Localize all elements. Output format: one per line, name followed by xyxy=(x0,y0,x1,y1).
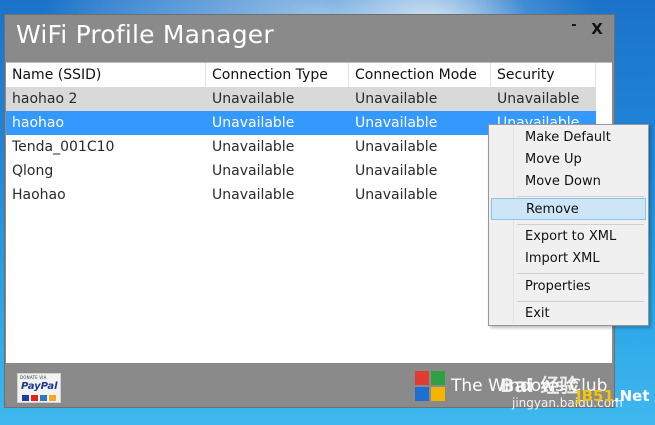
menu-separator xyxy=(517,224,644,225)
menu-separator xyxy=(517,273,644,274)
cell-ssid: Qlong xyxy=(12,163,54,179)
cell-connection-type: Unavailable xyxy=(212,163,295,179)
cell-ssid: Tenda_001C10 xyxy=(12,139,115,155)
column-header-name[interactable]: Name (SSID) xyxy=(6,63,206,87)
menu-item-make-default[interactable]: Make Default xyxy=(491,127,646,149)
menu-item-import-xml[interactable]: Import XML xyxy=(491,248,646,270)
windows-logo-icon xyxy=(415,371,445,401)
cell-connection-mode: Unavailable xyxy=(355,187,438,203)
column-header-security[interactable]: Security xyxy=(491,63,596,87)
card-icons xyxy=(22,395,58,401)
column-header-filler xyxy=(596,63,612,87)
cell-connection-type: Unavailable xyxy=(212,139,295,155)
amex-card-icon xyxy=(40,395,47,401)
paypal-logo: PayPal xyxy=(21,381,58,392)
cell-ssid: Haohao xyxy=(12,187,66,203)
cell-connection-mode: Unavailable xyxy=(355,139,438,155)
jb51-watermark: JB51.Net xyxy=(576,387,650,405)
cell-connection-type: Unavailable xyxy=(212,187,295,203)
table-row[interactable]: haohao 2 Unavailable Unavailable Unavail… xyxy=(6,87,596,111)
menu-item-properties[interactable]: Properties xyxy=(491,276,646,298)
menu-separator xyxy=(517,301,644,302)
menu-item-move-down[interactable]: Move Down xyxy=(491,171,646,193)
cell-connection-mode: Unavailable xyxy=(355,115,438,131)
donate-caption: DONATE VIA xyxy=(20,375,47,380)
cell-ssid: haohao 2 xyxy=(12,91,78,107)
list-header: Name (SSID) Connection Type Connection M… xyxy=(6,63,612,87)
menu-separator xyxy=(517,196,644,197)
minimize-button[interactable]: - xyxy=(566,19,582,37)
jb51-watermark-a: JB51 xyxy=(576,387,614,405)
cell-connection-type: Unavailable xyxy=(212,91,295,107)
cell-ssid: haohao xyxy=(12,115,65,131)
baidu-watermark: Bai 经验 xyxy=(500,375,579,397)
title-bar: WiFi Profile Manager - X xyxy=(5,15,614,63)
context-menu: Make Default Move Up Move Down Remove Ex… xyxy=(488,124,649,326)
discover-card-icon xyxy=(49,395,56,401)
cell-connection-type: Unavailable xyxy=(212,115,295,131)
paypal-donate-button[interactable]: DONATE VIA PayPal xyxy=(17,373,61,403)
column-header-connection-mode[interactable]: Connection Mode xyxy=(349,63,491,87)
jb51-watermark-b: .Net xyxy=(613,387,650,405)
close-button[interactable]: X xyxy=(589,20,605,38)
menu-item-move-up[interactable]: Move Up xyxy=(491,149,646,171)
visa-card-icon xyxy=(22,395,29,401)
menu-item-exit[interactable]: Exit xyxy=(491,303,646,325)
cell-connection-mode: Unavailable xyxy=(355,163,438,179)
cell-security: Unavailable xyxy=(497,91,580,107)
menu-item-remove[interactable]: Remove xyxy=(491,198,646,220)
mastercard-icon xyxy=(31,395,38,401)
menu-item-export-xml[interactable]: Export to XML xyxy=(491,226,646,248)
column-header-connection-type[interactable]: Connection Type xyxy=(206,63,349,87)
cell-connection-mode: Unavailable xyxy=(355,91,438,107)
window-title: WiFi Profile Manager xyxy=(16,20,274,49)
